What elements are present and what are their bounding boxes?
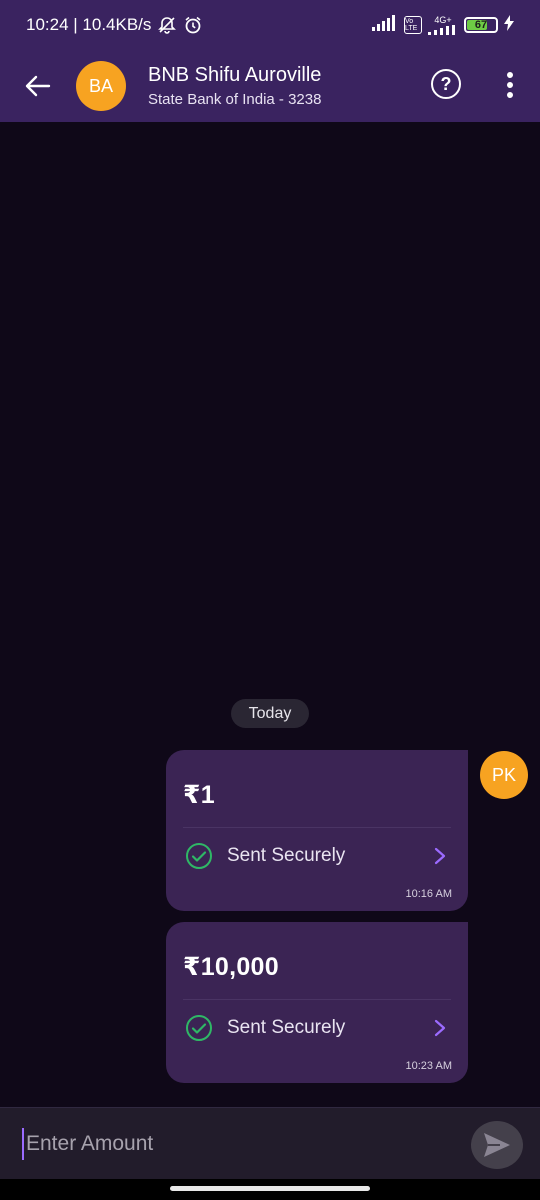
network-label: 4G+ [434,14,452,25]
question-circle-icon: ? [440,73,452,94]
mute-bell-icon [157,15,177,35]
contact-bank-account: State Bank of India - 3238 [148,91,322,108]
chevron-right-icon [432,1018,448,1038]
check-circle-icon [185,842,213,870]
payment-status-text: Sent Securely [227,845,346,866]
check-circle-icon [185,1014,213,1042]
amount-input[interactable] [22,1128,442,1160]
back-button[interactable] [0,50,76,122]
status-left: 10:24 | 10.4KB/s [26,15,203,35]
bubble-divider [183,827,451,828]
home-indicator[interactable] [170,1186,370,1191]
charging-icon [504,14,514,36]
date-divider-chip: Today [231,699,309,728]
status-right: Vo LTE 4G+ 67 [372,14,514,36]
message-timestamp: 10:23 AM [405,1060,452,1072]
help-button[interactable]: ? [431,69,461,99]
contact-info[interactable]: BNB Shifu Auroville State Bank of India … [148,64,321,108]
more-vertical-icon-dot [507,92,513,98]
payment-message-bubble[interactable]: ₹1 Sent Securely 10:16 AM [166,750,468,911]
volte-icon: Vo LTE [404,16,422,34]
alarm-icon [183,15,203,35]
network-4g-indicator: 4G+ [428,14,458,35]
contact-name: BNB Shifu Auroville [148,64,322,86]
back-arrow-icon [25,75,51,97]
payment-status-row[interactable]: Sent Securely [185,842,448,870]
status-bar: 10:24 | 10.4KB/s Vo LTE 4G+ 67 [0,0,540,50]
send-button[interactable] [471,1121,523,1169]
bubble-divider [183,999,451,1000]
message-timestamp: 10:16 AM [405,888,452,900]
payment-amount: ₹1 [183,781,215,809]
battery-level: 67 [474,19,488,31]
more-vertical-icon-dot [507,82,513,88]
amount-input-bar [0,1107,540,1179]
payment-message-bubble[interactable]: ₹10,000 Sent Securely 10:23 AM [166,922,468,1083]
chevron-right-icon [432,846,448,866]
payment-amount: ₹10,000 [183,953,279,981]
contact-avatar[interactable]: BA [76,61,126,111]
signal-secondary-icon [428,24,455,35]
battery-icon: 67 [464,17,498,33]
status-time-speed: 10:24 | 10.4KB/s [26,15,152,34]
send-icon [484,1133,510,1157]
signal-icon [372,14,398,36]
sender-avatar: PK [480,751,528,799]
system-nav-bar [0,1179,540,1200]
more-vertical-icon-dot [507,72,513,78]
chat-header: BA BNB Shifu Auroville State Bank of Ind… [0,50,540,122]
more-options-button[interactable] [496,68,524,102]
payment-status-row[interactable]: Sent Securely [185,1014,448,1042]
payment-status-text: Sent Securely [227,1017,346,1038]
